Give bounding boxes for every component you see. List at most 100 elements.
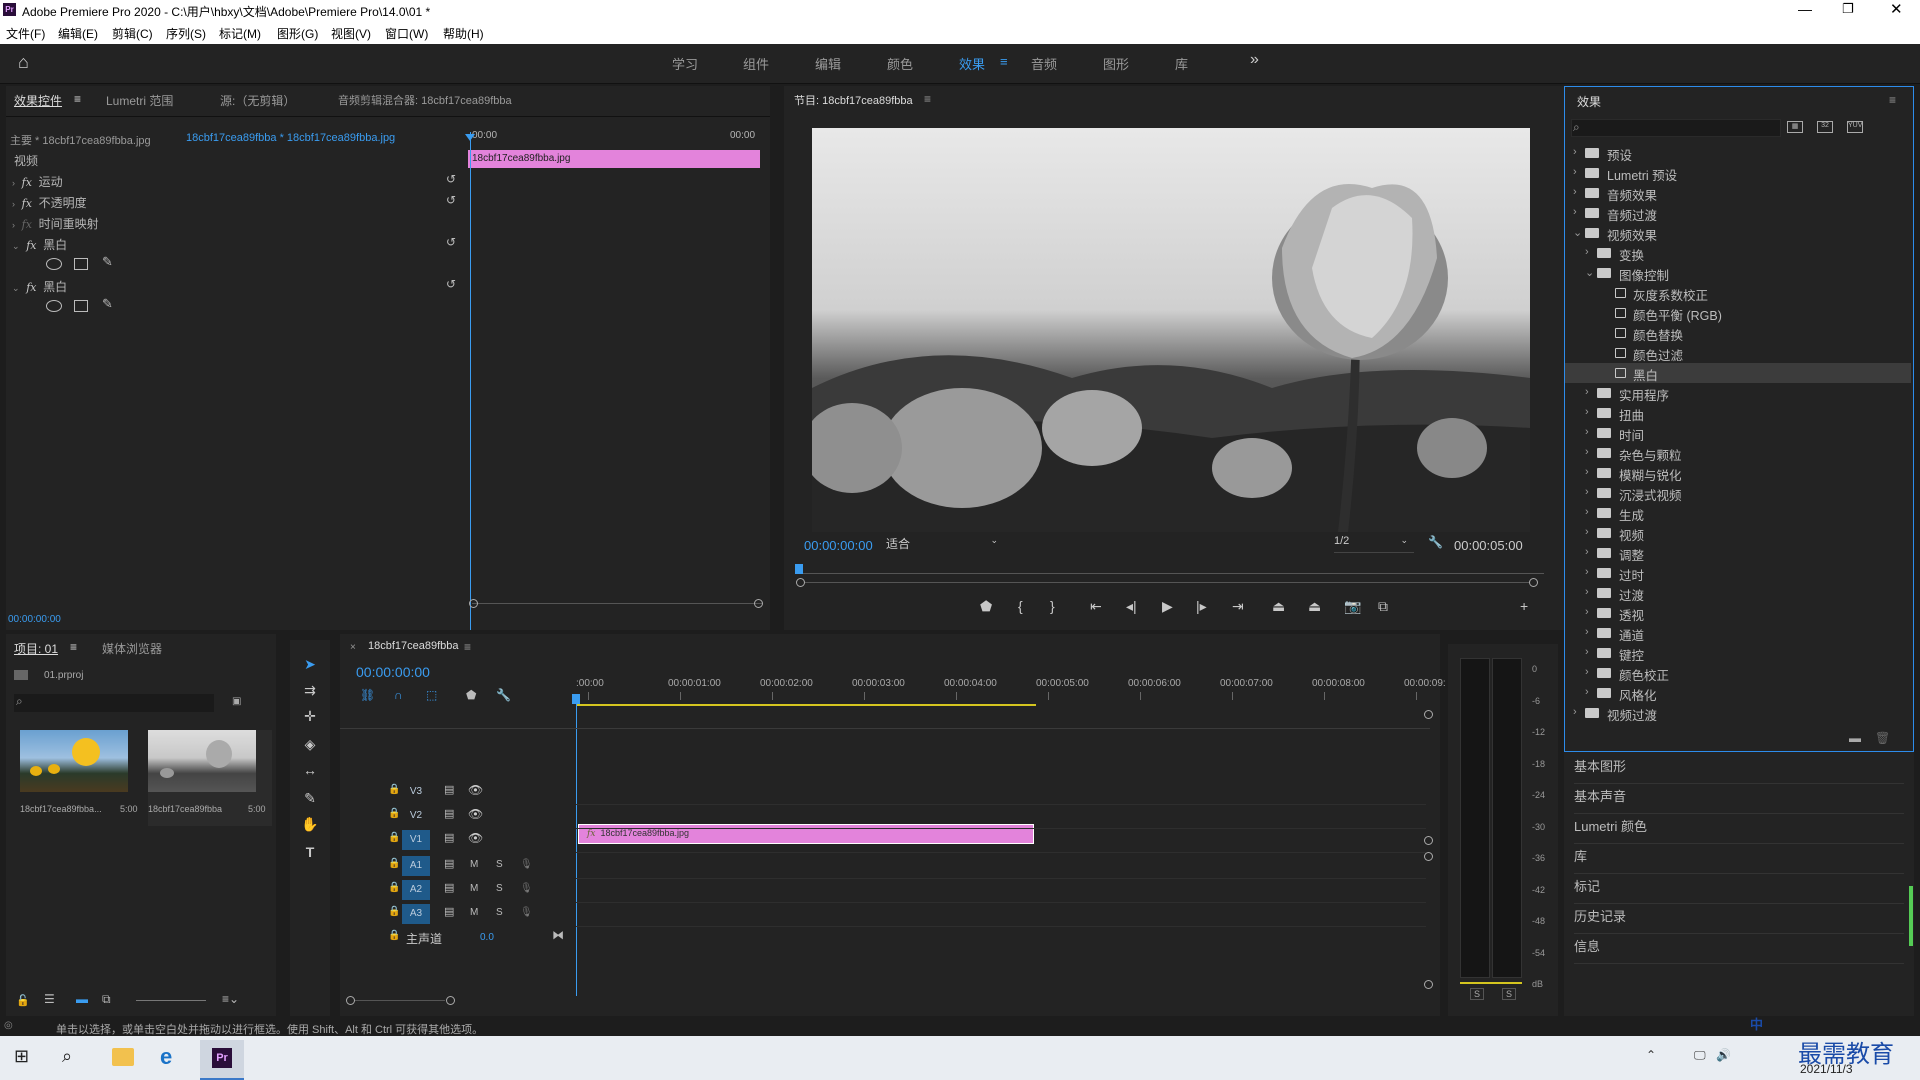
work-area-bar[interactable] xyxy=(576,704,1036,706)
project-item[interactable]: 18cbf17cea89fbba 5:00 xyxy=(148,730,272,826)
add-marker-icon[interactable]: ⬟ xyxy=(980,598,992,615)
go-to-in-icon[interactable]: ⇤ xyxy=(1090,598,1102,615)
sequence-tab[interactable]: 18cbf17cea89fbba xyxy=(368,640,459,652)
workspace-assembly[interactable]: 组件 xyxy=(743,54,769,73)
lock-icon[interactable]: 🔒 xyxy=(388,832,400,843)
solo-button[interactable]: S xyxy=(496,907,503,918)
reset-icon[interactable]: ↺ xyxy=(446,235,456,249)
volume-icon[interactable]: 🔊 xyxy=(1716,1048,1731,1062)
effects-tree-item[interactable]: 颜色过滤 xyxy=(1565,343,1911,363)
workspace-effects[interactable]: 效果 xyxy=(959,54,985,73)
chevron-right-icon[interactable]: › xyxy=(1585,646,1589,658)
add-marker-icon[interactable]: ⬟ xyxy=(466,688,476,702)
menu-help[interactable]: 帮助(H) xyxy=(443,25,484,42)
mic-icon[interactable]: 🎙 xyxy=(520,907,533,918)
effects-title[interactable]: 效果 xyxy=(1577,93,1601,110)
tab-source[interactable]: 源:（无剪辑） xyxy=(220,92,295,109)
export-frame-icon[interactable]: 📷 xyxy=(1344,598,1361,615)
sync-lock-icon[interactable]: ▤ xyxy=(444,831,454,844)
sync-lock-icon[interactable]: ▤ xyxy=(444,783,454,796)
network-icon[interactable]: 🖵 xyxy=(1694,1048,1706,1063)
tab-audio-clip-mixer[interactable]: 音频剪辑混合器: 18cbf17cea89fbba xyxy=(338,92,512,108)
lock-icon[interactable]: 🔒 xyxy=(388,882,400,893)
lock-icon[interactable]: 🔒 xyxy=(388,808,400,819)
hand-tool-icon[interactable]: ✋ xyxy=(300,814,320,834)
rect-mask-icon[interactable] xyxy=(74,300,88,312)
reset-icon[interactable]: ↺ xyxy=(446,172,456,186)
lock-icon[interactable]: 🔒 xyxy=(388,930,400,941)
chevron-right-icon[interactable]: › xyxy=(1573,206,1577,218)
sync-lock-icon[interactable]: ▤ xyxy=(444,881,454,894)
search-icon[interactable]: ⌕ xyxy=(62,1046,72,1067)
mic-icon[interactable]: 🎙 xyxy=(520,883,533,894)
master-clip-label[interactable]: 主要 * 18cbf17cea89fbba.jpg xyxy=(10,132,151,150)
workspace-libraries[interactable]: 库 xyxy=(1175,54,1188,73)
workspace-menu-icon[interactable]: ≡ xyxy=(1000,54,1008,69)
workspace-audio[interactable]: 音频 xyxy=(1031,54,1057,73)
chevron-right-icon[interactable]: › xyxy=(1585,486,1589,498)
premiere-taskbar-icon[interactable]: Pr xyxy=(200,1040,244,1080)
chevron-right-icon[interactable]: › xyxy=(1585,626,1589,638)
track-target-a1[interactable]: A1 xyxy=(402,856,430,876)
effects-tree-item[interactable]: › 模糊与锐化 xyxy=(1565,463,1911,483)
edge-icon[interactable]: e xyxy=(160,1044,172,1070)
eye-icon[interactable]: 👁 xyxy=(468,807,483,821)
panel-menu-icon[interactable]: ≡ xyxy=(70,640,77,654)
eye-icon[interactable]: 👁 xyxy=(468,783,483,797)
extract-icon[interactable]: ⏏ xyxy=(1308,598,1321,615)
effect-opacity[interactable]: › fx 不透明度 xyxy=(12,194,87,212)
project-item[interactable]: 18cbf17cea89fbba... 5:00 xyxy=(20,730,144,826)
master-meter-icon[interactable]: ⧓ xyxy=(552,928,564,942)
effects-tree-item[interactable]: › 时间 xyxy=(1565,423,1911,443)
project-search-input[interactable] xyxy=(14,694,214,712)
close-button[interactable]: ✕ xyxy=(1890,0,1903,18)
v-scroll-handle[interactable] xyxy=(1424,710,1433,719)
effects-tree-item[interactable]: › 视频过渡 xyxy=(1565,703,1911,723)
chevron-right-icon[interactable]: › xyxy=(1573,146,1577,158)
pen-tool-icon[interactable]: ✎ xyxy=(300,788,320,808)
chevron-down-icon[interactable]: ⌄ xyxy=(1585,266,1594,279)
timeline-timecode[interactable]: 00:00:00:00 xyxy=(356,664,430,680)
lock-icon[interactable]: 🔒 xyxy=(388,858,400,869)
side-panel-item[interactable]: 标记 xyxy=(1574,876,1904,904)
razor-tool-icon[interactable]: ◈ xyxy=(300,734,320,754)
solo-button[interactable]: S xyxy=(496,859,503,870)
menu-clip[interactable]: 剪辑(C) xyxy=(112,25,153,42)
effects-tree-item[interactable]: 颜色平衡 (RGB) xyxy=(1565,303,1911,323)
effects-tree-item[interactable]: › 生成 xyxy=(1565,503,1911,523)
tab-lumetri-scopes[interactable]: Lumetri 范围 xyxy=(106,92,173,109)
mic-icon[interactable]: 🎙 xyxy=(520,859,533,870)
maximize-button[interactable]: ❐ xyxy=(1842,1,1854,17)
playhead-marker[interactable] xyxy=(795,564,803,574)
lift-icon[interactable]: ⏏ xyxy=(1272,598,1285,615)
track-target-v1[interactable]: V1 xyxy=(402,830,430,850)
chevron-right-icon[interactable]: › xyxy=(1585,446,1589,458)
chevron-right-icon[interactable]: › xyxy=(1585,466,1589,478)
ellipse-mask-icon[interactable] xyxy=(46,258,62,270)
solo-right-button[interactable]: S xyxy=(1502,988,1517,1000)
effect-time-remap[interactable]: › fx 时间重映射 xyxy=(12,215,99,233)
play-icon[interactable]: ▶ xyxy=(1162,598,1173,615)
tray-chevron-icon[interactable]: ⌃ xyxy=(1646,1048,1656,1062)
track-target-v2[interactable]: V2 xyxy=(402,806,430,826)
sort-icon[interactable]: ≡⌄ xyxy=(222,992,239,1006)
effect-motion[interactable]: › fx 运动 xyxy=(12,173,63,191)
effects-tree-item[interactable]: › 键控 xyxy=(1565,643,1911,663)
windows-start-icon[interactable]: ⊞ xyxy=(14,1046,29,1067)
add-button-icon[interactable]: + xyxy=(1520,598,1528,614)
side-panel-item[interactable]: 信息 xyxy=(1574,936,1904,964)
mute-button[interactable]: M xyxy=(470,883,478,894)
accelerated-filter-icon[interactable]: ▦ xyxy=(1787,121,1803,133)
menu-view[interactable]: 视图(V) xyxy=(331,25,371,42)
solo-button[interactable]: S xyxy=(496,883,503,894)
effects-tree-item[interactable]: 颜色替换 xyxy=(1565,323,1911,343)
workspace-color[interactable]: 颜色 xyxy=(887,54,913,73)
tab-effect-controls[interactable]: 效果控件 xyxy=(14,92,62,109)
program-timecode[interactable]: 00:00:00:00 xyxy=(804,538,873,553)
effects-tree-item[interactable]: › 风格化 xyxy=(1565,683,1911,703)
chevron-right-icon[interactable]: › xyxy=(1573,706,1577,718)
mute-button[interactable]: M xyxy=(470,859,478,870)
workspace-learn[interactable]: 学习 xyxy=(672,54,698,73)
video-preview[interactable] xyxy=(812,128,1530,532)
chevron-right-icon[interactable]: › xyxy=(1585,586,1589,598)
